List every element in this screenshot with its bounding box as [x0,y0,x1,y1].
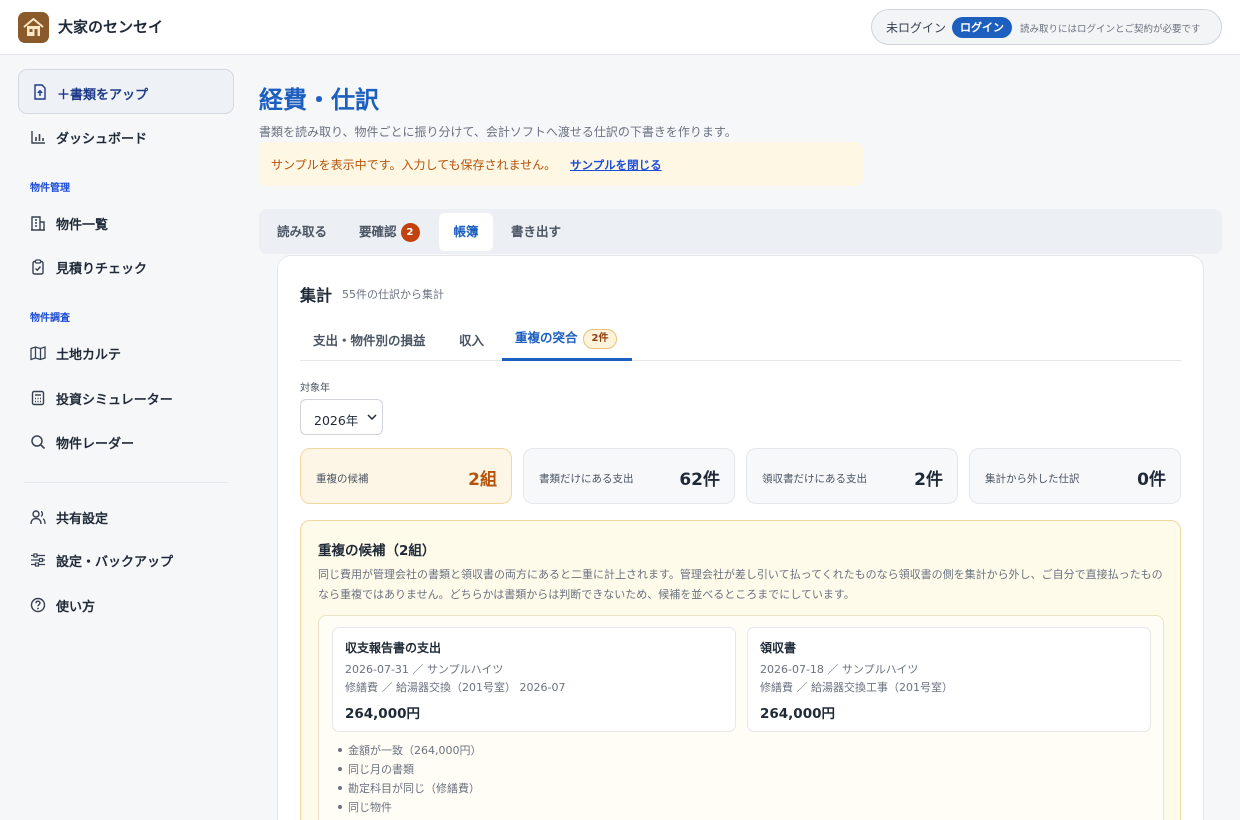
sidebar-item-label: 設定・バックアップ [56,555,174,570]
sample-banner-text: サンプルを表示中です。入力しても保存されません。 [271,158,557,172]
subtab-income[interactable]: 収入 [459,330,484,349]
list-item: 同じ物件 [336,799,482,818]
summary-card: 集計 55件の仕訳から集計 支出・物件別の損益 収入 重複の突合 2件 対象年 2… [277,255,1204,820]
section-label-property: 物件管理 [30,183,70,194]
stat-document-only[interactable]: 書類だけにある支出 62件 [523,448,735,504]
subtab-expense[interactable]: 支出・物件別の損益 [313,330,426,349]
stat-value: 2件 [914,470,943,490]
help-circle-icon [30,597,46,613]
card-title: 収支報告書の支出 [345,641,442,655]
sidebar-item-label: 使い方 [56,600,96,615]
card-account-detail: 修繕費 ／ 給湯器交換工事（201号室） [760,681,953,694]
card-account-detail: 修繕費 ／ 給湯器交換（201号室） 2026-07 [345,681,566,694]
stat-excluded[interactable]: 集計から外した仕訳 0件 [969,448,1181,504]
page-title: 経費・仕訳 [259,86,379,114]
report-expense-card: 収支報告書の支出 2026-07-31 ／ サンプルハイツ 修繕費 ／ 給湯器交… [332,627,736,732]
stat-value: 0件 [1137,470,1166,490]
login-button[interactable]: ログイン [952,17,1012,38]
sidebar-item-label: 土地カルテ [56,348,122,363]
upload-document-button[interactable]: ＋書類をアップ [18,69,234,114]
stat-value: 62件 [679,470,720,490]
tab-export[interactable]: 書き出す [511,213,561,251]
duplicate-pair: 収支報告書の支出 2026-07-31 ／ サンプルハイツ 修繕費 ／ 給湯器交… [318,615,1164,820]
active-subtab-indicator [502,358,632,361]
summary-subtabs: 支出・物件別の損益 収入 重複の突合 2件 [300,318,1181,361]
tab-review[interactable]: 要確認 2 [359,213,420,251]
bar-chart-icon [31,131,45,144]
top-bar: 大家のセンセイ 未ログイン ログイン 読み取りにはログインとご契約が必要です [0,0,1240,55]
sidebar-item-dashboard[interactable]: ダッシュボード [18,119,234,155]
sidebar-item-label: 投資シミュレーター [56,393,173,408]
sidebar-item-settings[interactable]: 設定・バックアップ [18,542,234,578]
tab-ledger[interactable]: 帳簿 [439,213,493,251]
year-label: 対象年 [300,383,330,394]
duplicate-count-badge: 2件 [582,329,618,349]
sidebar-item-label: 共有設定 [56,512,109,527]
page-subtitle: 書類を読み取り、物件ごとに振り分けて、会計ソフトへ渡せる仕訳の下書きを作ります。 [259,125,737,139]
sliders-icon [31,553,45,567]
list-item: 金額が一致（264,000円） [336,742,482,761]
login-status: 未ログイン [886,21,947,35]
login-note: 読み取りにはログインとご契約が必要です [1020,24,1201,35]
subtab-duplicate[interactable]: 重複の突合 2件 [515,327,618,349]
list-item: 同じ月の書類 [336,761,482,780]
sidebar-item-property-list[interactable]: 物件一覧 [18,205,234,241]
review-count-badge: 2 [400,223,420,242]
section-label-research: 物件調査 [30,313,70,324]
stat-label: 重複の候補 [316,473,369,485]
subtab-duplicate-label: 重複の突合 [515,330,578,345]
year-select[interactable]: 2026年 [300,399,383,435]
tab-read[interactable]: 読み取る [277,213,327,251]
summary-subtitle: 55件の仕訳から集計 [342,288,444,301]
sidebar-item-land-karte[interactable]: 土地カルテ [18,335,234,371]
chevron-down-icon [367,414,377,421]
sidebar-item-label: ダッシュボード [56,132,148,147]
main-tabs: 読み取る 要確認 2 帳簿 書き出す [259,209,1222,254]
house-icon [23,18,44,36]
users-icon [30,510,46,525]
stat-value: 2組 [468,470,497,490]
sidebar-item-simulator[interactable]: 投資シミュレーター [18,380,234,416]
close-sample-link[interactable]: サンプルを閉じる [570,157,662,173]
list-item: 勘定科目が同じ（修繕費） [336,780,482,799]
map-icon [30,346,46,361]
card-title: 領収書 [760,641,797,655]
file-upload-icon [34,84,46,100]
sidebar-divider [24,482,228,483]
card-amount: 264,000円 [345,706,420,722]
sidebar-item-radar[interactable]: 物件レーダー [18,424,234,460]
card-amount: 264,000円 [760,706,835,722]
stat-receipt-only[interactable]: 領収書だけにある支出 2件 [746,448,958,504]
sidebar-item-label: 見積りチェック [56,262,148,277]
app-title: 大家のセンセイ [58,18,164,36]
stat-label: 集計から外した仕訳 [985,473,1080,485]
receipt-card: 領収書 2026-07-18 ／ サンプルハイツ 修繕費 ／ 給湯器交換工事（2… [747,627,1151,732]
sidebar-item-sharing[interactable]: 共有設定 [18,499,234,535]
duplicate-description: 同じ費用が管理会社の書類と領収書の両方にあると二重に計上されます。管理会社が差し… [318,568,1163,601]
summary-title: 集計 [300,286,333,305]
sidebar-item-help[interactable]: 使い方 [18,587,234,623]
year-value: 2026年 [314,413,359,428]
clipboard-check-icon [32,259,44,275]
building-icon [31,216,45,231]
card-date-property: 2026-07-18 ／ サンプルハイツ [760,663,919,676]
match-reasons: 金額が一致（264,000円） 同じ月の書類 勘定科目が同じ（修繕費） 同じ物件 [336,742,482,818]
search-icon [31,435,46,450]
auth-box: 未ログイン ログイン 読み取りにはログインとご契約が必要です [871,9,1222,45]
calculator-icon [31,390,45,406]
card-date-property: 2026-07-31 ／ サンプルハイツ [345,663,504,676]
app-logo [18,12,49,43]
sample-banner: サンプルを表示中です。入力しても保存されません。 サンプルを閉じる [259,142,863,186]
duplicate-panel: 重複の候補（2組） 同じ費用が管理会社の書類と領収書の両方にあると二重に計上され… [300,520,1181,820]
stat-label: 領収書だけにある支出 [762,473,867,485]
sidebar-item-estimate-check[interactable]: 見積りチェック [18,249,234,285]
upload-label: ＋書類をアップ [57,88,149,103]
stat-duplicate-candidates[interactable]: 重複の候補 2組 [300,448,512,504]
stat-label: 書類だけにある支出 [539,473,634,485]
duplicate-title: 重複の候補（2組） [318,543,436,559]
sidebar: ＋書類をアップ ダッシュボード 物件管理 物件一覧 見積りチェック 物件調査 土… [0,55,250,820]
sidebar-item-label: 物件一覧 [56,218,109,233]
sidebar-item-label: 物件レーダー [56,437,135,452]
tab-review-label: 要確認 [359,224,397,239]
